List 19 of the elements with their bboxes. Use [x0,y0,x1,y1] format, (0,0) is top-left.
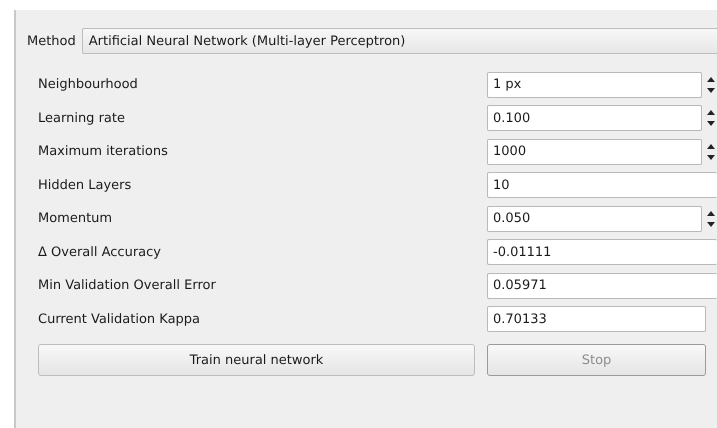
train-button[interactable]: Train neural network [38,344,475,376]
spin-box[interactable]: 0.100 [487,105,702,132]
spin-box[interactable]: 0.050 [487,206,702,232]
parameter-label: Maximum iterations [38,144,169,160]
parameter-label: Δ Overall Accuracy [38,244,162,260]
spin-box[interactable]: 1000 [487,138,702,165]
parameter-label: Min Validation Overall Error [38,278,217,294]
input-field[interactable]: -0.01111 [487,239,717,266]
input-field[interactable]: 0.70133 [487,306,706,332]
input-field[interactable]: 10 [487,172,717,198]
parameter-label: Hidden Layers [38,178,132,193]
parameter-label: Learning rate [38,110,126,126]
spin-box[interactable]: 1 px [487,72,702,98]
method-dropdown[interactable]: Artificial Neural Network (Multi-layer Perceptron) [82,28,717,54]
parameter-label: Momentum [38,211,114,226]
parameter-label: Neighbourhood [38,77,139,92]
parameter-label: Current Validation Kappa [38,312,202,327]
method-label: Method [27,34,76,48]
input-field[interactable]: 0.05971 [487,272,717,299]
